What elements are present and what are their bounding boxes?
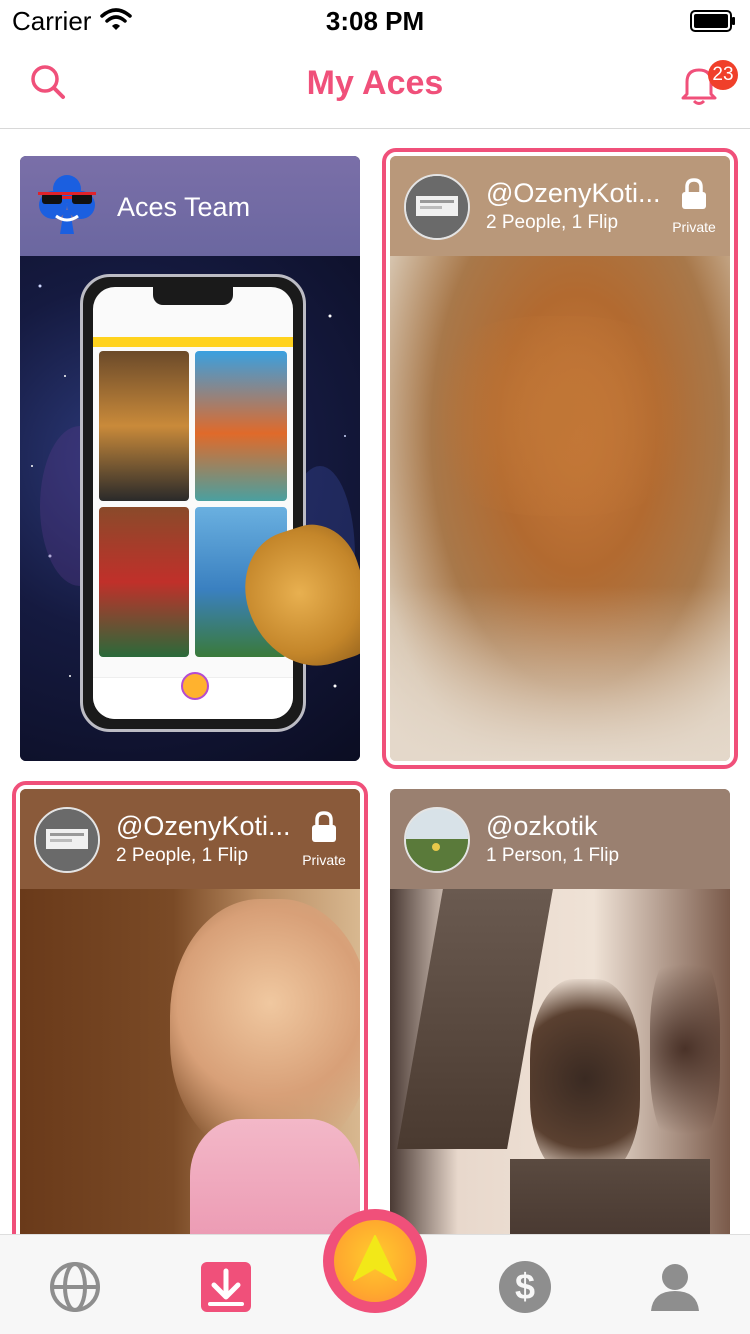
- phone-mockup-image: [80, 274, 306, 732]
- card-title: @OzenyKoti...: [486, 178, 661, 208]
- status-time: 3:08 PM: [325, 6, 425, 36]
- private-label: Private: [672, 219, 716, 235]
- ace-card[interactable]: @OzenyKoti... 2 People, 1 Flip Private: [12, 781, 368, 1235]
- card-subtitle: 1 Person, 1 Flip: [486, 845, 620, 866]
- card-title: @OzenyKoti...: [116, 811, 291, 841]
- ace-card[interactable]: @OzenyKoti... 2 People, 1 Flip Private: [382, 148, 738, 769]
- private-indicator: Private: [294, 811, 354, 868]
- card-subtitle: 2 People, 1 Flip: [486, 212, 619, 233]
- card-preview: [20, 256, 360, 761]
- lock-icon: [680, 178, 708, 214]
- card-subtitle: 2 People, 1 Flip: [116, 845, 249, 866]
- page-title: My Aces: [306, 64, 444, 102]
- private-label: Private: [302, 852, 346, 868]
- nav-bar: My Aces 23: [0, 40, 750, 129]
- tab-bar: $: [0, 1209, 750, 1334]
- card-preview-video: [390, 889, 730, 1235]
- aces-create-button[interactable]: [323, 1209, 427, 1313]
- card-preview-video: [390, 256, 730, 761]
- card-header: @OzenyKoti... 2 People, 1 Flip Private: [390, 156, 730, 256]
- user-avatar: [404, 807, 470, 873]
- aces-grid: Aces Team @OzenyKoti... 2 People, 1 Flip…: [0, 129, 750, 1235]
- card-header: @OzenyKoti... 2 People, 1 Flip Private: [20, 789, 360, 889]
- card-title: Aces Team: [117, 192, 251, 222]
- private-indicator: Private: [664, 178, 724, 235]
- aces-create-icon: [334, 1220, 416, 1302]
- app-screen: Carrier 3:08 PM My Aces 23 Aces Team @Oz…: [0, 0, 750, 1334]
- lock-icon: [310, 811, 338, 847]
- status-bar: Carrier 3:08 PM: [0, 0, 750, 40]
- ace-card[interactable]: Aces Team: [20, 156, 360, 761]
- inbox-download-icon[interactable]: [198, 1259, 254, 1315]
- user-avatar: [34, 807, 100, 873]
- card-header: Aces Team: [20, 156, 360, 256]
- svg-text:$: $: [515, 1266, 535, 1307]
- notification-badge: 23: [708, 60, 738, 90]
- card-header: @ozkotik 1 Person, 1 Flip: [390, 789, 730, 889]
- profile-icon[interactable]: [647, 1259, 703, 1315]
- user-avatar: [404, 174, 470, 240]
- dollar-icon[interactable]: $: [497, 1259, 553, 1315]
- aces-team-avatar: [34, 172, 100, 238]
- card-preview-video: [20, 889, 360, 1235]
- card-title: @ozkotik: [486, 811, 598, 841]
- ace-card[interactable]: @ozkotik 1 Person, 1 Flip: [390, 789, 730, 1235]
- globe-icon[interactable]: [47, 1259, 103, 1315]
- battery-icon: [690, 10, 736, 32]
